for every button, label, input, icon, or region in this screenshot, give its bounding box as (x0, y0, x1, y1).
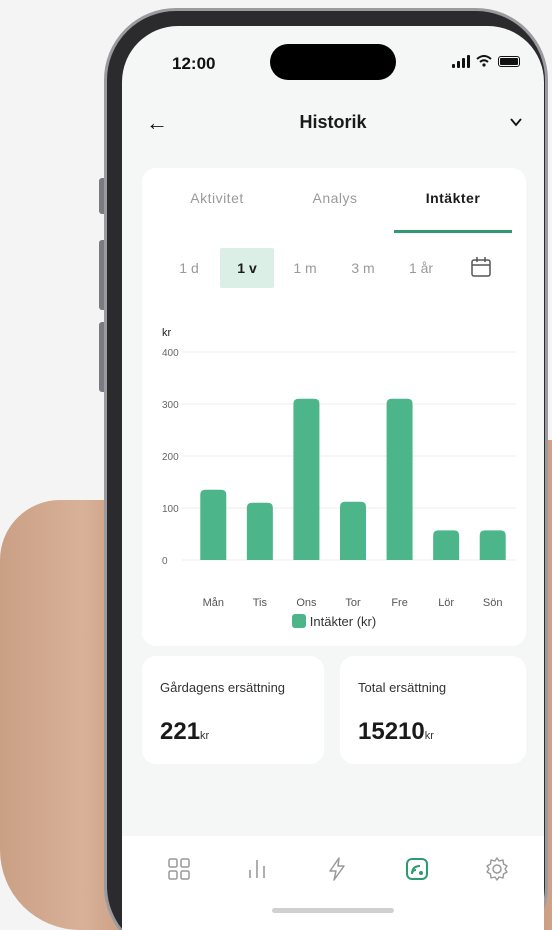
yesterday-compensation-value: 221kr (160, 718, 210, 745)
home-indicator (272, 908, 394, 913)
signal-icon (452, 54, 470, 68)
total-compensation-label: Total ersättning (358, 680, 447, 695)
phone-screen: 12:00 ← Historik Aktivitet Analys Intäkt… (122, 26, 544, 930)
legend-swatch (291, 614, 306, 628)
period-selector: 1 d 1 v 1 m 3 m 1 år (162, 248, 512, 288)
tab-aktivitet[interactable]: Aktivitet (158, 190, 276, 206)
calendar-icon[interactable] (470, 256, 492, 278)
income-card: Aktivitet Analys Intäkter 1 d 1 v 1 m 3 … (142, 168, 526, 646)
total-compensation-card: Total ersättning 15210kr (340, 656, 526, 764)
status-time: 12:00 (172, 54, 216, 73)
yesterday-compensation-card: Gårdagens ersättning 221kr (142, 656, 324, 764)
dashboard-icon[interactable] (166, 856, 192, 882)
x-tick-label: Tor (345, 597, 361, 608)
bar-tor (340, 501, 366, 560)
status-icons (452, 54, 520, 68)
period-1m[interactable]: 1 m (278, 248, 332, 288)
x-tick-label: Tis (253, 597, 268, 608)
y-tick-label: 200 (162, 452, 179, 463)
yesterday-compensation-label: Gårdagens ersättning (160, 680, 286, 695)
app-header: ← Historik (122, 110, 544, 140)
x-tick-label: Fre (391, 597, 408, 608)
wifi-icon (476, 55, 492, 67)
y-tick-label: 300 (162, 400, 179, 411)
period-3m[interactable]: 3 m (336, 248, 390, 288)
chevron-down-icon[interactable] (510, 116, 522, 128)
total-compensation-value: 15210kr (358, 718, 434, 745)
tab-bar: Aktivitet Analys Intäkter (142, 190, 526, 233)
page-title: Historik (299, 112, 367, 132)
x-tick-label: Ons (296, 597, 317, 608)
bottom-nav (122, 836, 544, 930)
bar-lör (433, 530, 460, 560)
active-tab-indicator (394, 230, 512, 233)
x-tick-label: Sön (483, 597, 503, 608)
income-bar-chart: kr 0 100 200 300 400 Mån Tis Ons Tor Fre Lör Sön (162, 327, 516, 608)
period-1ar[interactable]: 1 år (394, 248, 448, 288)
chart-legend: Intäkter (kr) (142, 614, 526, 629)
legend-label: Intäkter (kr) (309, 614, 377, 629)
x-tick-label: Lör (438, 597, 454, 608)
bar-sön (479, 530, 506, 560)
y-tick-label: 400 (162, 348, 179, 359)
settings-icon[interactable] (484, 856, 510, 882)
dynamic-island (270, 44, 396, 80)
lightning-icon[interactable] (324, 856, 350, 882)
y-tick-label: 100 (162, 504, 179, 515)
battery-icon (498, 55, 520, 67)
period-1v[interactable]: 1 v (220, 248, 274, 288)
bar-mån (200, 489, 227, 560)
y-axis-label: kr (162, 327, 172, 339)
bar-fre (386, 398, 413, 560)
income-icon[interactable] (404, 856, 430, 882)
tab-analys[interactable]: Analys (276, 190, 394, 206)
bar-ons (293, 398, 320, 560)
bar-tis (246, 502, 273, 560)
stats-icon[interactable] (244, 856, 270, 882)
tab-intakter[interactable]: Intäkter (394, 190, 512, 206)
x-tick-label: Mån (203, 597, 224, 608)
period-1d[interactable]: 1 d (162, 248, 216, 288)
y-tick-label: 0 (162, 556, 168, 567)
